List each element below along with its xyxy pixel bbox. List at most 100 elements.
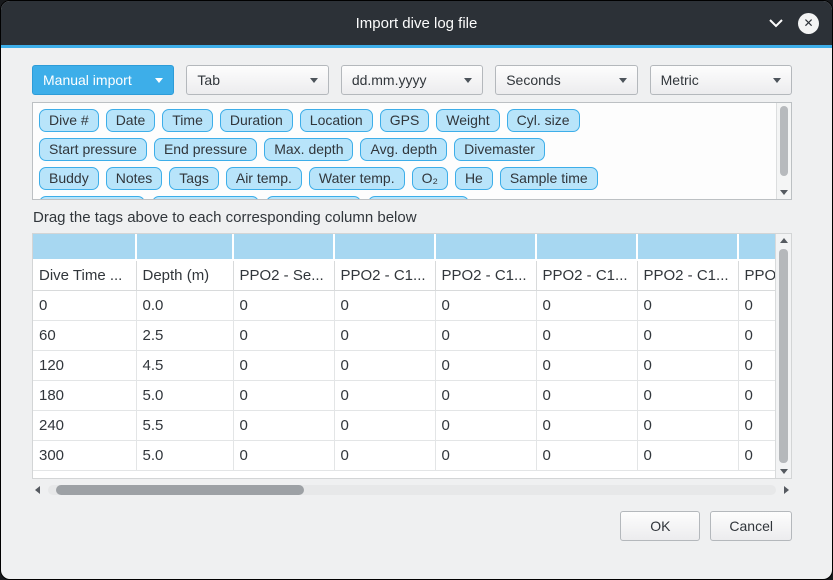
- dropdown-dd-mm-yyyy[interactable]: dd.mm.yyyy: [341, 65, 483, 95]
- scroll-right-icon[interactable]: [784, 486, 789, 494]
- table-row: 00.0000000: [33, 290, 775, 320]
- scroll-down-icon[interactable]: [780, 469, 788, 474]
- ok-button[interactable]: OK: [620, 511, 700, 541]
- dropdown-tab[interactable]: Tab: [186, 65, 328, 95]
- table-cell: 0: [637, 380, 738, 410]
- tag-scrollbar-thumb[interactable]: [780, 106, 788, 176]
- tag-sample-cns[interactable]: Sample CNS: [368, 196, 469, 200]
- table-cell: 0: [738, 440, 775, 470]
- tag-avg-depth[interactable]: Avg. depth: [360, 138, 447, 161]
- scroll-down-icon[interactable]: [780, 190, 788, 195]
- drop-target-cell[interactable]: [33, 234, 136, 260]
- table-cell: 0: [536, 290, 637, 320]
- tag-sample-po[interactable]: Sample pO₂: [266, 196, 361, 200]
- tag-duration[interactable]: Duration: [220, 109, 293, 132]
- tag-tags[interactable]: Tags: [169, 167, 219, 190]
- tag-sample-temp[interactable]: Sample temp.: [152, 196, 258, 200]
- tag-gps[interactable]: GPS: [380, 109, 430, 132]
- drop-target-cell[interactable]: [435, 234, 536, 260]
- tag-end-pressure[interactable]: End pressure: [154, 138, 257, 161]
- table-cell: 0: [334, 440, 435, 470]
- dialog-content: Manual importTabdd.mm.yyyySecondsMetric …: [1, 48, 832, 579]
- column-header: Dive Time ...: [33, 260, 136, 290]
- drop-target-cell[interactable]: [536, 234, 637, 260]
- chevron-down-icon: [619, 78, 627, 83]
- column-header: Depth (m): [136, 260, 233, 290]
- tag-start-pressure[interactable]: Start pressure: [39, 138, 147, 161]
- table-cell: 0.0: [136, 290, 233, 320]
- column-header: PPO2 - C1...: [536, 260, 637, 290]
- table-cell: 0: [233, 350, 334, 380]
- drop-target-cell[interactable]: [136, 234, 233, 260]
- table-cell: 0: [637, 290, 738, 320]
- table-clip: Dive Time ...Depth (m)PPO2 - Se... PPO2 -…: [33, 234, 775, 478]
- table-cell: 0: [435, 380, 536, 410]
- tag-weight[interactable]: Weight: [436, 109, 499, 132]
- table-cell: 5.0: [136, 380, 233, 410]
- chevron-down-icon: [310, 78, 318, 83]
- table-cell: 0: [536, 320, 637, 350]
- table-cell: 0: [738, 350, 775, 380]
- dropdown-manual-import[interactable]: Manual import: [32, 65, 174, 95]
- scroll-up-icon[interactable]: [780, 238, 788, 243]
- table-cell: 0: [536, 380, 637, 410]
- chevron-down-icon: [773, 78, 781, 83]
- drop-target-cell[interactable]: [334, 234, 435, 260]
- tag-water-temp[interactable]: Water temp.: [309, 167, 405, 190]
- table-row: 1204.5000000: [33, 350, 775, 380]
- tag-cyl-size[interactable]: Cyl. size: [507, 109, 580, 132]
- drop-target-row: [33, 234, 775, 260]
- table-cell: 0: [536, 440, 637, 470]
- table-row: 602.5000000: [33, 320, 775, 350]
- table-cell: 0: [435, 350, 536, 380]
- dropdown-metric[interactable]: Metric: [650, 65, 792, 95]
- table-cell: 5.0: [136, 440, 233, 470]
- tag-he[interactable]: He: [455, 167, 493, 190]
- tag-air-temp[interactable]: Air temp.: [226, 167, 302, 190]
- table-cell: 60: [33, 320, 136, 350]
- tag-divemaster[interactable]: Divemaster: [454, 138, 545, 161]
- table-cell: 0: [33, 290, 136, 320]
- table-cell: 0: [334, 350, 435, 380]
- chevron-down-icon[interactable]: [769, 19, 783, 28]
- cancel-button[interactable]: Cancel: [710, 511, 792, 541]
- drop-target-cell[interactable]: [637, 234, 738, 260]
- table-row: 3005.0000000: [33, 440, 775, 470]
- close-button[interactable]: [798, 13, 819, 34]
- tag-notes[interactable]: Notes: [106, 167, 163, 190]
- drop-target-cell[interactable]: [233, 234, 334, 260]
- dropdown-value: Metric: [661, 72, 699, 88]
- tag-sample-time[interactable]: Sample time: [500, 167, 598, 190]
- tag-o[interactable]: O₂: [412, 167, 448, 190]
- tag-panel-scrollbar[interactable]: [776, 103, 791, 199]
- dropdown-value: Manual import: [43, 72, 132, 88]
- horizontal-scrollbar[interactable]: [32, 482, 792, 498]
- vertical-scrollbar-thumb[interactable]: [779, 249, 788, 463]
- tag-location[interactable]: Location: [300, 109, 373, 132]
- column-header: PPO2 - Se...: [233, 260, 334, 290]
- table-cell: 0: [233, 320, 334, 350]
- tag-time[interactable]: Time: [162, 109, 213, 132]
- vertical-scrollbar[interactable]: [775, 234, 791, 478]
- tag-row: Buddy Notes Tags Air temp. Water temp. O₂ He Sa…: [39, 167, 769, 190]
- column-header: PPO2 - C1...: [637, 260, 738, 290]
- table-cell: 0: [233, 380, 334, 410]
- tag-sample-depth[interactable]: Sample depth: [39, 196, 145, 200]
- horizontal-scrollbar-thumb[interactable]: [56, 485, 304, 495]
- table-cell: 0: [536, 410, 637, 440]
- tag-date[interactable]: Date: [106, 109, 156, 132]
- table-row: 2405.5000000: [33, 410, 775, 440]
- tag-buddy[interactable]: Buddy: [39, 167, 99, 190]
- scroll-left-icon[interactable]: [35, 486, 40, 494]
- table-cell: 5.5: [136, 410, 233, 440]
- tag-max-depth[interactable]: Max. depth: [264, 138, 353, 161]
- table-cell: 4.5: [136, 350, 233, 380]
- table-cell: 0: [334, 380, 435, 410]
- preview-table: Dive Time ...Depth (m)PPO2 - Se... PPO2 -…: [33, 234, 775, 471]
- titlebar-actions: [769, 1, 819, 45]
- drop-target-cell[interactable]: [738, 234, 775, 260]
- titlebar[interactable]: Import dive log file: [1, 1, 832, 45]
- import-dialog-window: Import dive log file Manual import Tab dd.…: [0, 0, 833, 580]
- dropdown-seconds[interactable]: Seconds: [495, 65, 637, 95]
- tag-dive[interactable]: Dive #: [39, 109, 99, 132]
